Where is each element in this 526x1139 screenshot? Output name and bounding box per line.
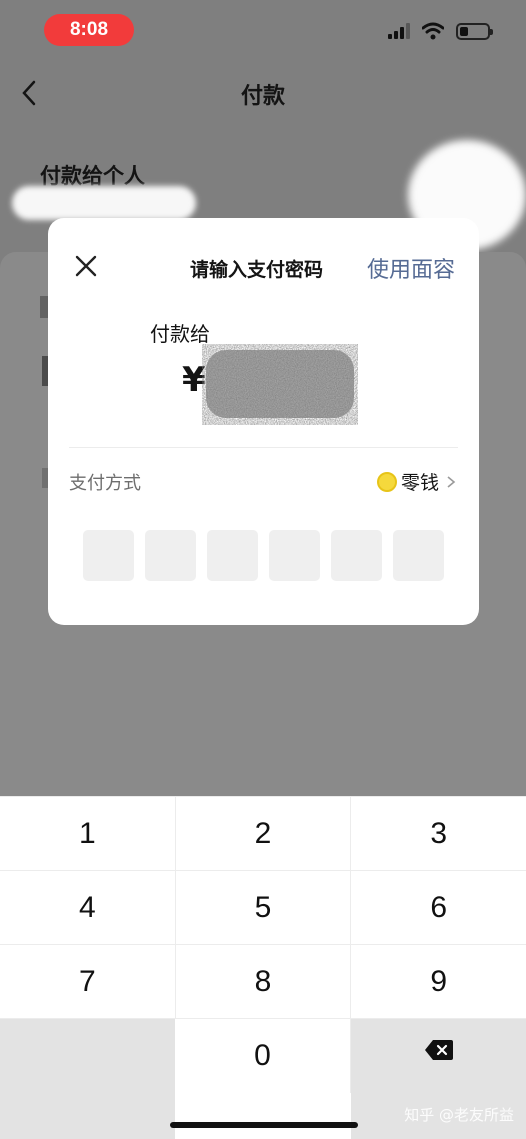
keypad-row: 4 5 6 [0,870,526,944]
status-icons [388,22,493,40]
status-time: 8:08 [44,14,134,46]
page-title: 付款 [240,84,285,109]
key-0[interactable]: 0 [175,1019,351,1093]
redacted-name [12,186,196,220]
key-3[interactable]: 3 [351,797,526,870]
key-7[interactable]: 7 [0,945,176,1018]
use-face-id-button[interactable]: 使用面容 [367,252,455,284]
payment-method-selector[interactable]: 零钱 [376,468,459,495]
key-6[interactable]: 6 [351,871,526,944]
payment-method-label: 支付方式 [69,473,141,494]
coin-icon [376,471,397,492]
redacted-amount [206,350,354,418]
key-2[interactable]: 2 [176,797,352,870]
chevron-right-icon [447,475,456,488]
divider [69,447,458,448]
keypad-row: 1 2 3 [0,796,526,870]
pin-digit-box [393,530,444,581]
key-1[interactable]: 1 [0,797,176,870]
pin-input[interactable] [83,530,444,581]
pin-digit-box [331,530,382,581]
close-icon[interactable] [70,250,102,282]
key-9[interactable]: 9 [351,945,526,1018]
key-4[interactable]: 4 [0,871,176,944]
pin-digit-box [269,530,320,581]
pin-digit-box [207,530,258,581]
numeric-keypad: 1 2 3 4 5 6 7 8 9 0 [0,796,526,1139]
key-8[interactable]: 8 [176,945,352,1018]
home-indicator [170,1122,358,1128]
backspace-icon [424,1040,453,1060]
key-5[interactable]: 5 [176,871,352,944]
wifi-icon [422,22,444,40]
key-blank [0,1019,175,1139]
payment-method-value: 零钱 [400,472,439,494]
dialog-title: 请输入支付密码 [190,259,324,281]
battery-icon [456,22,493,40]
watermark: 知乎 @老友所益 [404,1106,514,1124]
pin-digit-box [83,530,134,581]
signal-icon [388,23,410,39]
pin-digit-box [145,530,196,581]
keypad-row: 7 8 9 [0,944,526,1018]
payment-password-dialog: 请输入支付密码 使用面容 付款给 ¥ 支付方式 零钱 [48,218,479,625]
payee-label: 付款给 [150,322,210,346]
